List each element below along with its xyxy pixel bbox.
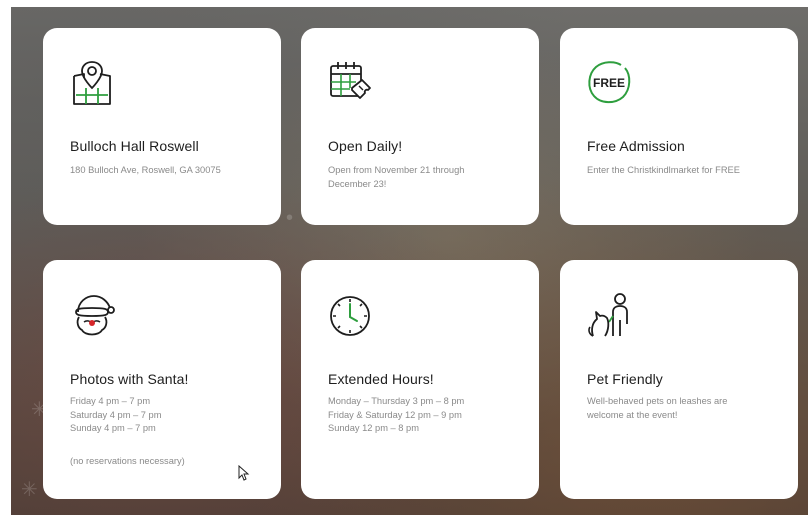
info-card-extended-hours: Extended Hours! Monday – Thursday 3 pm –… — [301, 260, 539, 499]
card-title: Photos with Santa! — [70, 371, 189, 387]
schedule-line: Friday 4 pm – 7 pm — [70, 396, 151, 406]
schedule-line: Friday & Saturday 12 pm – 9 pm — [328, 409, 462, 420]
light-decoration: • — [286, 207, 294, 229]
card-description: Well-behaved pets on leashes are welcome… — [587, 395, 782, 422]
card-title: Bulloch Hall Roswell — [70, 138, 199, 154]
schedule-line: Sunday 4 pm – 7 pm — [70, 423, 156, 433]
free-badge-icon: FREE — [588, 61, 631, 104]
description-line: Enter the Christkindlmarket for FREE — [587, 165, 740, 175]
santa-icon — [75, 295, 115, 336]
description-line: welcome at the event! — [587, 409, 678, 420]
card-description: Monday – Thursday 3 pm – 8 pm Friday & S… — [328, 395, 523, 436]
snowflake-decoration: ✳ — [21, 479, 38, 501]
card-title: Pet Friendly — [587, 371, 663, 387]
reservation-note: (no reservations necessary) — [70, 456, 185, 466]
description-line: December 23! — [328, 178, 387, 189]
card-description: Open from November 21 through December 2… — [328, 164, 523, 191]
card-title: Free Admission — [587, 138, 685, 154]
card-description: Enter the Christkindlmarket for FREE — [587, 164, 782, 178]
map-location-icon — [73, 61, 111, 105]
mouse-pointer-icon — [238, 465, 250, 481]
info-card-pet-friendly: Pet Friendly Well-behaved pets on leashe… — [560, 260, 798, 499]
card-title: Open Daily! — [328, 138, 403, 154]
schedule-line: Saturday 4 pm – 7 pm — [70, 409, 162, 420]
info-card-location: Bulloch Hall Roswell 180 Bulloch Ave, Ro… — [43, 28, 281, 225]
address-text: 180 Bulloch Ave, Roswell, GA 30075 — [70, 165, 221, 175]
clock-icon — [330, 296, 370, 336]
info-card-santa: Photos with Santa! Friday 4 pm – 7 pm Sa… — [43, 260, 281, 499]
card-description: Friday 4 pm – 7 pm Saturday 4 pm – 7 pm … — [70, 395, 265, 436]
card-description: 180 Bulloch Ave, Roswell, GA 30075 — [70, 164, 265, 178]
description-line: Well-behaved pets on leashes are — [587, 396, 728, 406]
description-line: Open from November 21 through — [328, 165, 465, 175]
schedule-line: Monday – Thursday 3 pm – 8 pm — [328, 396, 465, 406]
person-with-pet-icon — [588, 293, 628, 337]
schedule-line: Sunday 12 pm – 8 pm — [328, 423, 419, 433]
info-card-free-admission: FREE Free Admission Enter the Christkind… — [560, 28, 798, 225]
card-title: Extended Hours! — [328, 371, 434, 387]
free-badge-text: FREE — [593, 76, 625, 90]
info-card-open-daily: Open Daily! Open from November 21 throug… — [301, 28, 539, 225]
calendar-ticket-icon — [330, 62, 371, 99]
